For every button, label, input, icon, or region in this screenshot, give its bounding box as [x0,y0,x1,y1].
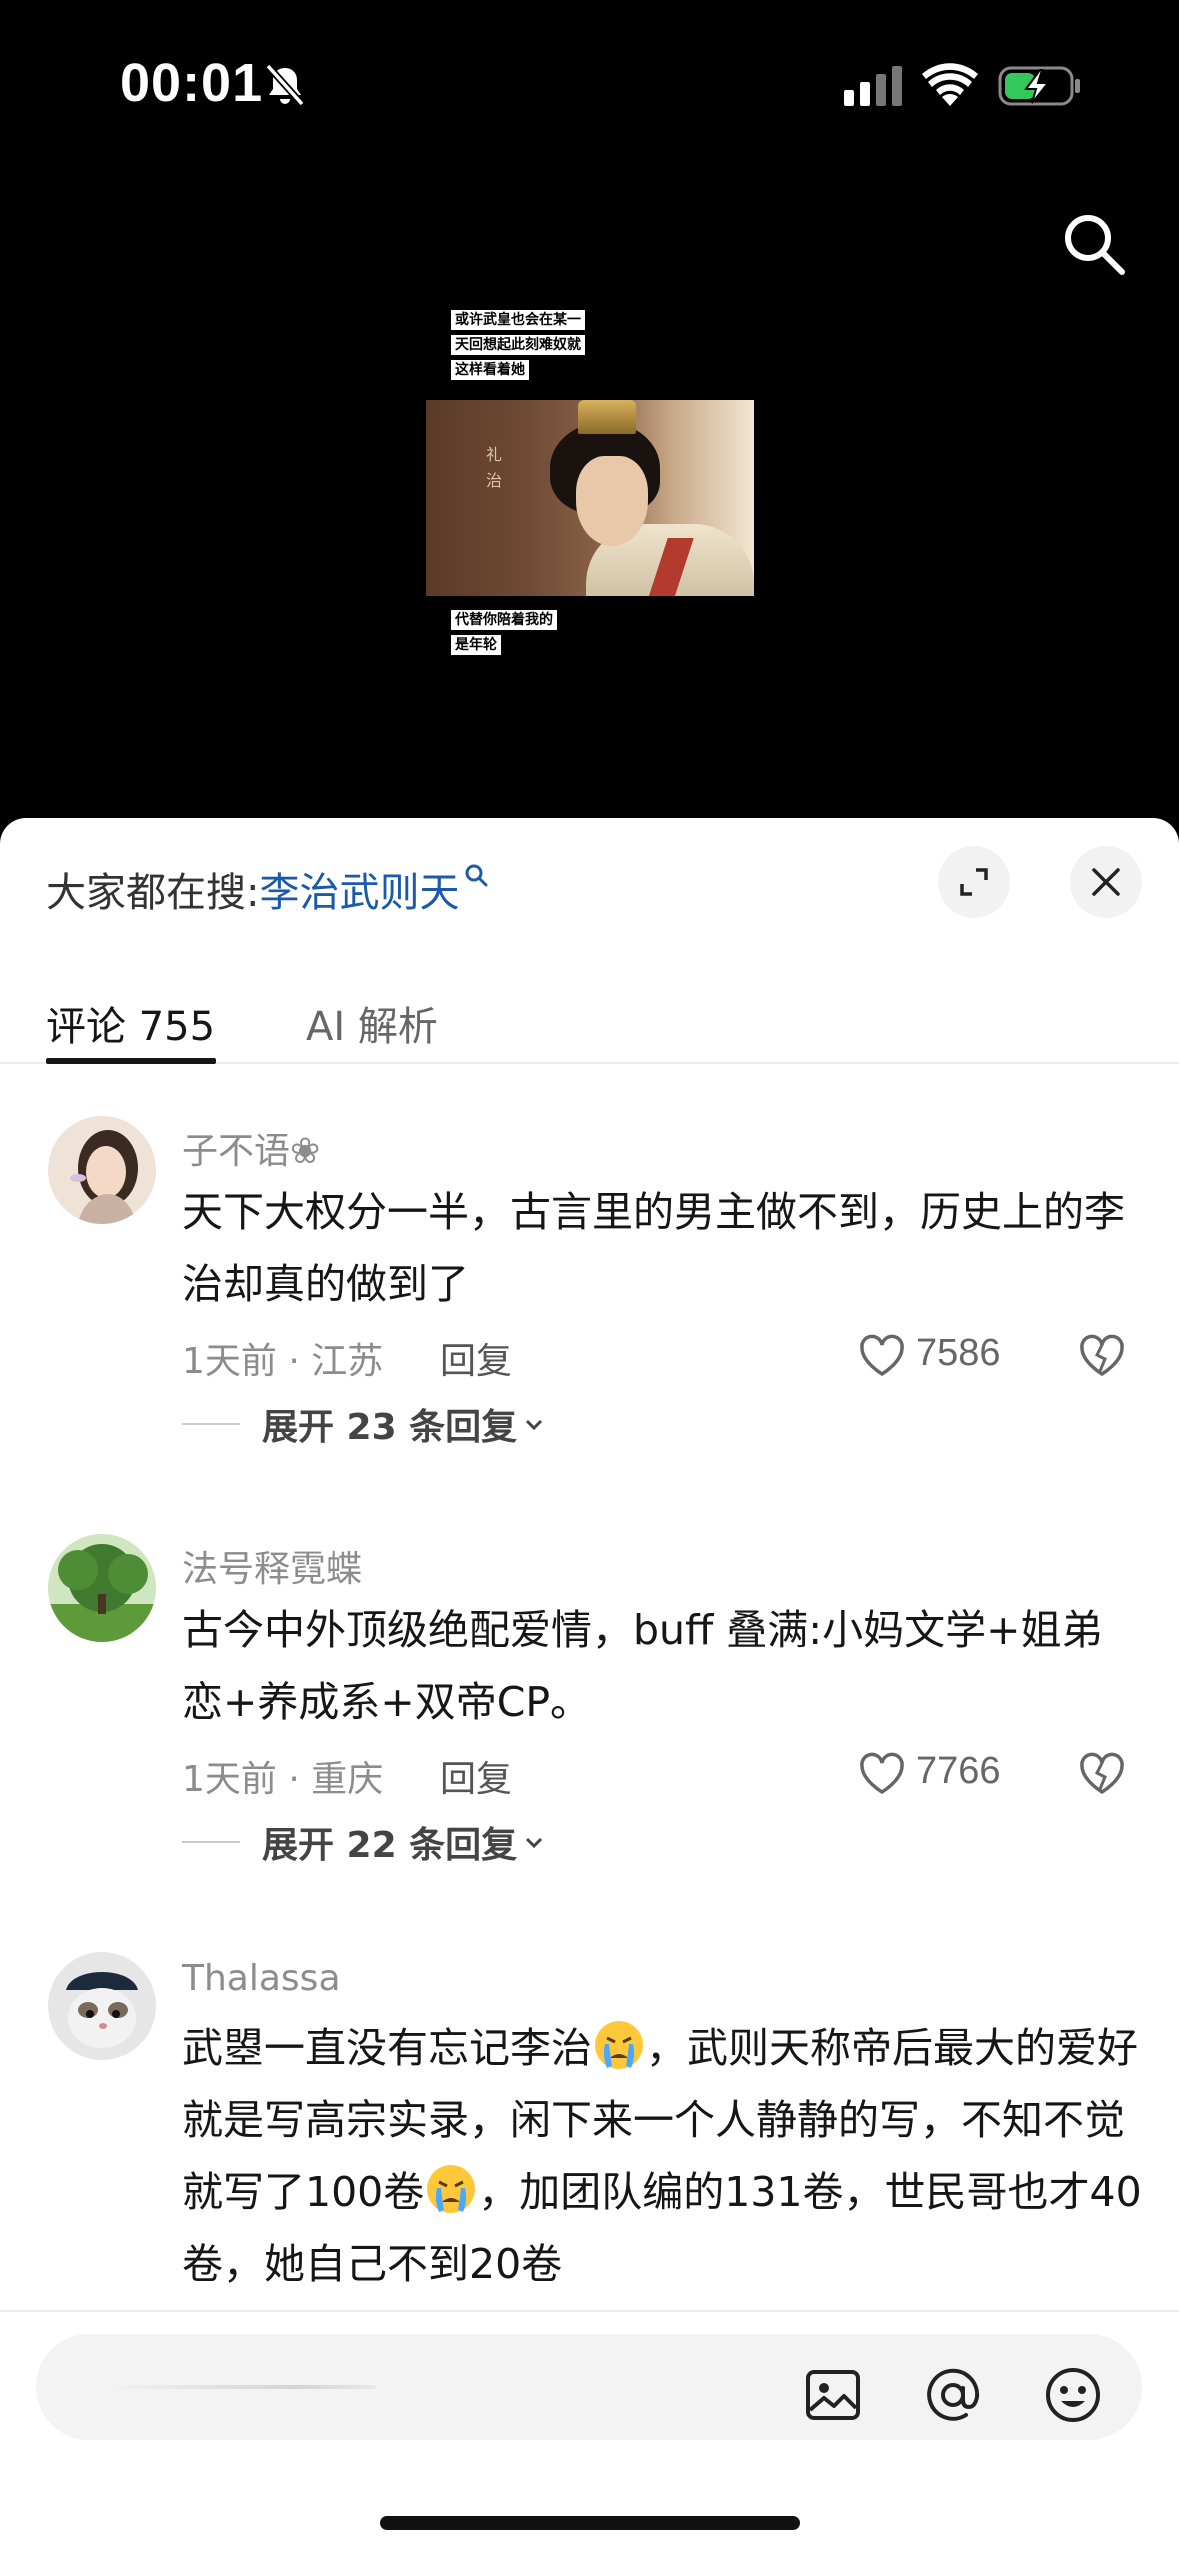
comment-author[interactable]: 法号释霓蝶 [182,1540,362,1592]
expand-icon [960,868,988,896]
subtitle-line: 或许武皇也会在某一 [451,310,585,330]
avatar[interactable] [48,1534,156,1642]
subtitle-line: 是年轮 [451,635,501,655]
divider-line [182,1423,240,1425]
like-count: 7586 [916,1332,1001,1374]
tab-bar: 评论 755 AI 解析 [0,968,1179,1064]
cellular-signal-icon [844,66,902,106]
comment-author[interactable]: Thalassa [182,1958,341,1999]
emoji-icon[interactable] [1042,2364,1104,2426]
comment-text: 天下大权分一半，古言里的男主做不到，历史上的李治却真的做到了 [182,1188,1125,1308]
video-player[interactable]: 或许武皇也会在某一 天回想起此刻难奴就 这样看着她 礼治 代替你陪着我的 是年轮 [0,160,1179,820]
avatar-image [48,1116,156,1224]
close-icon [1092,868,1120,896]
search-hint-prefix: 大家都在搜: [46,870,260,916]
search-hint[interactable]: 大家都在搜:李治武则天 [46,860,489,918]
expand-button[interactable] [938,846,1010,918]
wifi-icon [922,63,978,106]
heart-icon [860,1334,904,1377]
subtitle-line: 代替你陪着我的 [451,610,557,630]
close-button[interactable] [1070,846,1142,918]
expand-replies-label: 展开 22 条回复 [262,1825,518,1866]
heart-icon [860,1752,904,1795]
reply-button[interactable]: 回复 [440,1332,512,1384]
battery-charging-icon [998,66,1080,106]
broken-heart-icon[interactable] [1078,1332,1126,1378]
tab-ai-analysis[interactable]: AI 解析 [306,994,438,1052]
expand-replies-label: 展开 23 条回复 [262,1407,518,1448]
crying-face-icon [595,2021,643,2069]
divider-line [182,1841,240,1843]
comment-text: 古今中外顶级绝配爱情，buff 叠满:小妈文学+姐弟恋+养成系+双帝CP。 [182,1606,1103,1726]
avatar-image [48,1534,156,1642]
comment-meta: 1天前 · 江苏 [182,1341,384,1382]
comment-text: 武曌一直没有忘记李治 ，武则天称帝后最大的爱好就是写高宗实录，闲下来一个人静静的写… [182,2012,1142,2300]
like-count: 7766 [916,1750,1001,1792]
subtitle-line: 天回想起此刻难奴就 [451,335,585,355]
tab-comments[interactable]: 评论 755 [46,994,215,1052]
like-button[interactable]: 7586 [858,1330,1038,1382]
crown [578,400,636,434]
comment-meta: 1天前 · 重庆 [182,1759,384,1800]
comment-text-part: 武曌一直没有忘记李治 [182,2024,592,2072]
avatar[interactable] [48,1116,156,1224]
comment-sheet: 大家都在搜:李治武则天 评论 755 AI 解析 子不语❀ 天下大权分一半，古言… [0,818,1179,2556]
crying-face-icon [427,2165,476,2213]
tab-active-indicator [46,1058,216,1064]
home-indicator[interactable] [380,2516,800,2530]
subtitle-line: 这样看着她 [451,360,529,380]
status-bar: 00:01 [0,0,1179,160]
comment-input-box[interactable] [36,2334,1142,2440]
chevron-down-icon [526,1419,543,1431]
expand-replies-button[interactable]: 展开 23 条回复 [182,1398,547,1450]
avatar[interactable] [48,1952,156,2060]
status-time: 00:01 [120,53,264,113]
reply-button[interactable]: 回复 [440,1750,512,1802]
input-placeholder-hint [106,2385,376,2389]
search-small-icon [465,864,488,887]
expand-replies-button[interactable]: 展开 22 条回复 [182,1816,547,1868]
like-button[interactable]: 7766 [858,1748,1038,1800]
image-icon[interactable] [802,2364,864,2426]
at-mention-icon[interactable] [922,2364,984,2426]
video-frame: 礼治 [426,400,754,596]
bell-slash-icon [265,63,305,107]
comment-author[interactable]: 子不语❀ [182,1122,320,1174]
chevron-down-icon [526,1837,543,1849]
broken-heart-icon[interactable] [1078,1750,1126,1796]
face [576,456,648,546]
search-keyword-link[interactable]: 李治武则天 [259,870,459,916]
wall-calligraphy: 礼治 [486,445,503,490]
avatar-image [48,1952,156,2060]
